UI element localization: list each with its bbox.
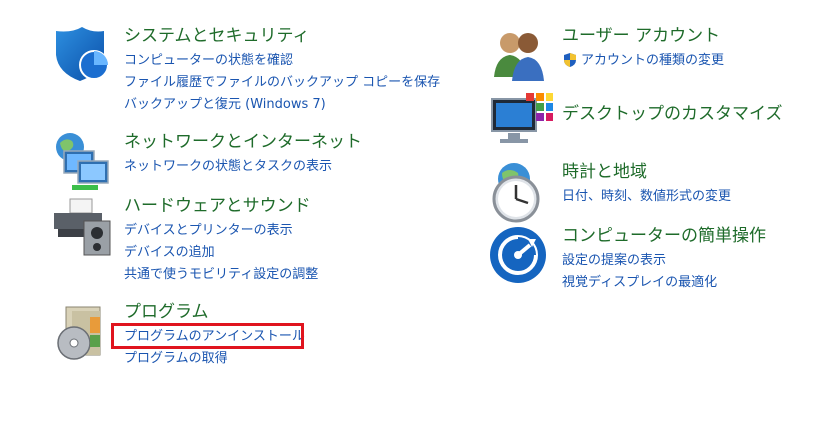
change-account-type-label: アカウントの種類の変更 xyxy=(581,52,725,68)
network-status-link[interactable]: ネットワークの状態とタスクの表示 xyxy=(124,155,362,177)
category-clock-region-text: 時計と地域 日付、時刻、数値形式の変更 xyxy=(562,161,731,207)
network-internet-title[interactable]: ネットワークとインターネット xyxy=(124,131,362,155)
desktop-customize-icon[interactable] xyxy=(490,91,554,155)
add-device-link[interactable]: デバイスの追加 xyxy=(124,241,318,263)
backup-restore-link[interactable]: バックアップと復元 (Windows 7) xyxy=(124,93,440,115)
system-security-title[interactable]: システムとセキュリティ xyxy=(124,25,440,49)
clock-icon[interactable] xyxy=(490,161,554,225)
ease-of-access-icon[interactable] xyxy=(490,225,554,289)
ease-of-access-title[interactable]: コンピューターの簡単操作 xyxy=(562,225,766,249)
category-user-accounts-text: ユーザー アカウント アカウントの種類の変更 xyxy=(562,25,724,71)
date-time-format-link[interactable]: 日付、時刻、数値形式の変更 xyxy=(562,185,731,207)
category-appearance-text: デスクトップのカスタマイズ xyxy=(562,91,783,127)
hardware-sound-title[interactable]: ハードウェアとサウンド xyxy=(124,195,318,219)
category-hardware-sound-text: ハードウェアとサウンド デバイスとプリンターの表示 デバイスの追加 共通で使うモ… xyxy=(124,195,318,285)
mobility-settings-link[interactable]: 共通で使うモビリティ設定の調整 xyxy=(124,263,318,285)
uac-shield-icon xyxy=(564,53,576,67)
suggested-settings-link[interactable]: 設定の提案の表示 xyxy=(562,249,766,271)
shield-icon[interactable] xyxy=(52,25,116,89)
printer-icon[interactable] xyxy=(52,195,116,259)
file-history-backup-link[interactable]: ファイル履歴でファイルのバックアップ コピーを保存 xyxy=(124,71,440,93)
users-icon[interactable] xyxy=(490,25,554,89)
change-account-type-link[interactable]: アカウントの種類の変更 xyxy=(562,49,724,71)
appearance-title[interactable]: デスクトップのカスタマイズ xyxy=(562,103,783,127)
category-network-internet-text: ネットワークとインターネット ネットワークの状態とタスクの表示 xyxy=(124,131,362,177)
user-accounts-title[interactable]: ユーザー アカウント xyxy=(562,25,724,49)
category-ease-of-access-text: コンピューターの簡単操作 設定の提案の表示 視覚ディスプレイの最適化 xyxy=(562,225,766,293)
check-computer-status-link[interactable]: コンピューターの状態を確認 xyxy=(124,49,440,71)
get-programs-link[interactable]: プログラムの取得 xyxy=(124,347,305,369)
programs-icon[interactable] xyxy=(52,301,116,365)
network-globe-icon[interactable] xyxy=(52,131,116,195)
optimize-visual-display-link[interactable]: 視覚ディスプレイの最適化 xyxy=(562,271,766,293)
highlight-box xyxy=(111,323,304,349)
clock-region-title[interactable]: 時計と地域 xyxy=(562,161,731,185)
programs-title[interactable]: プログラム xyxy=(124,301,305,325)
category-system-security-text: システムとセキュリティ コンピューターの状態を確認 ファイル履歴でファイルのバッ… xyxy=(124,25,440,115)
devices-printers-link[interactable]: デバイスとプリンターの表示 xyxy=(124,219,318,241)
